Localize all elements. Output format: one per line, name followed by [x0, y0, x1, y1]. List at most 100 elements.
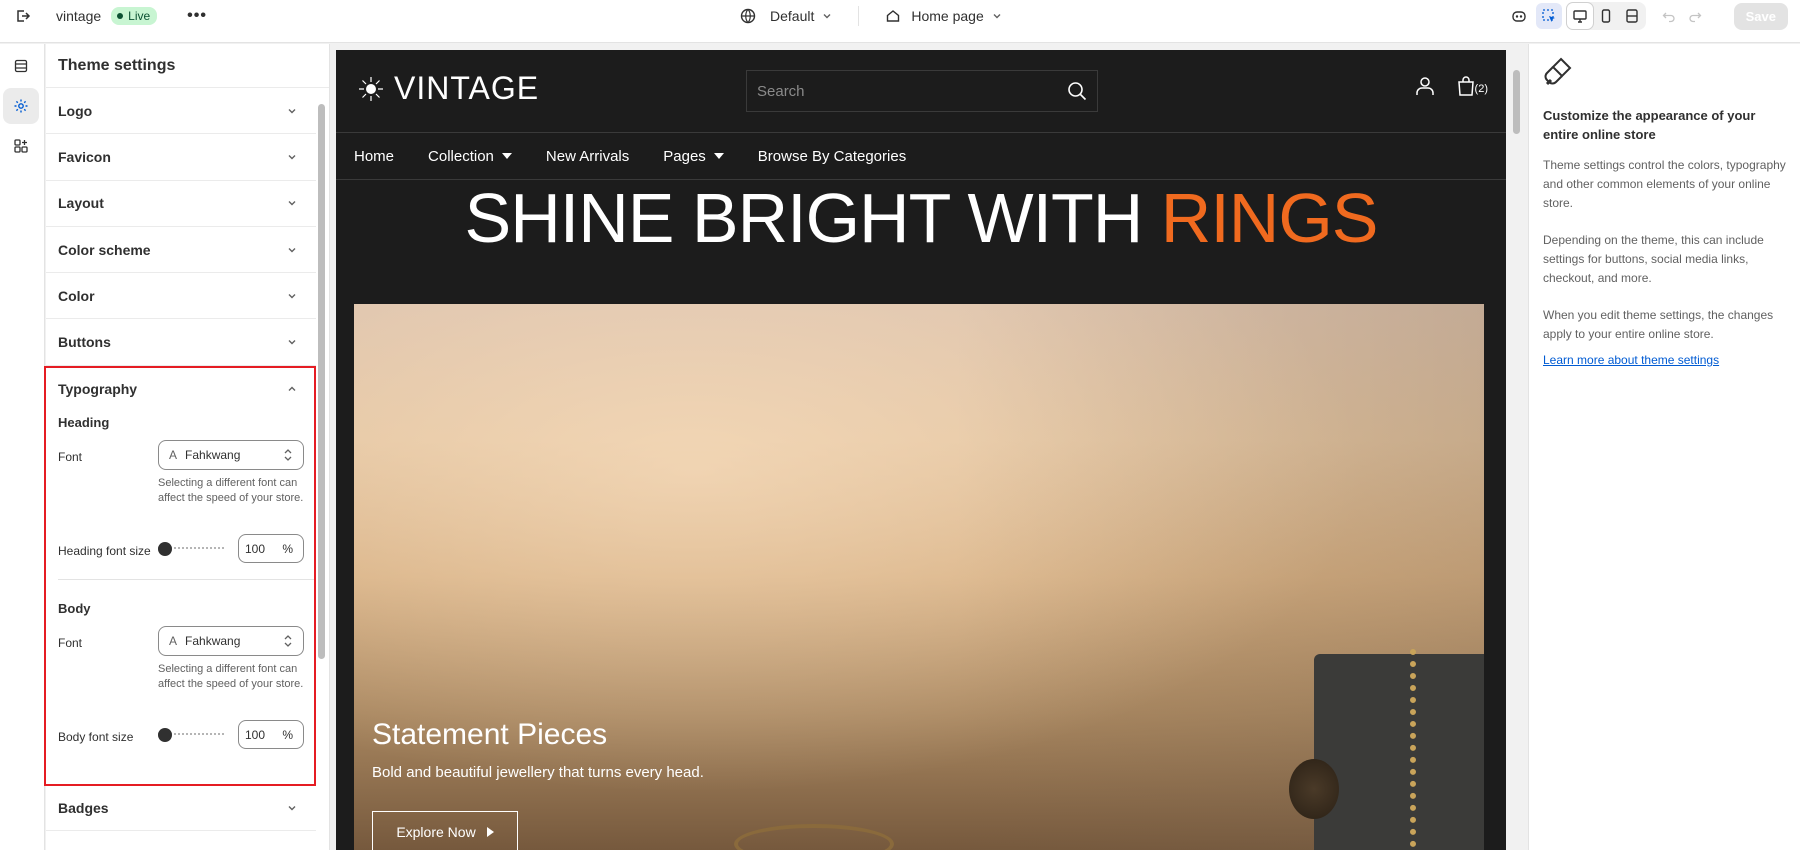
desktop-view-icon[interactable] — [1566, 3, 1593, 29]
nav-new-arrivals[interactable]: New Arrivals — [546, 148, 629, 165]
store-name: vintage — [56, 7, 102, 24]
panel-scrollbar[interactable] — [318, 104, 325, 659]
left-rail — [0, 44, 45, 850]
nav-browse-by-categories[interactable]: Browse By Categories — [758, 148, 906, 165]
cart-icon[interactable] — [1457, 76, 1475, 96]
learn-more-link[interactable]: Learn more about theme settings — [1543, 353, 1786, 367]
status-label: Live — [128, 8, 151, 23]
more-actions-button[interactable]: ••• — [187, 7, 207, 25]
nav-pages[interactable]: Pages — [663, 148, 724, 165]
topbar-left: vintage Live ••• — [12, 0, 207, 31]
caret-down-icon — [501, 153, 512, 159]
page-label: Home page — [911, 7, 984, 24]
chevron-down-icon — [288, 293, 296, 299]
help-paragraph-1: Theme settings control the colors, typog… — [1543, 158, 1786, 210]
section-label: Buttons — [58, 334, 111, 351]
sunburst-logo-icon — [359, 76, 383, 101]
section-label: Color — [58, 287, 95, 304]
hero-title: SHINE BRIGHT WITH RINGS — [336, 178, 1506, 258]
nav-collection[interactable]: Collection — [428, 148, 512, 165]
home-icon — [887, 9, 900, 22]
help-paragraph-2: Depending on the theme, this can include… — [1543, 233, 1764, 285]
section-label: Logo — [58, 102, 93, 119]
chevron-down-icon — [993, 13, 1001, 18]
topbar-right: Save — [1506, 2, 1800, 30]
paint-brush-icon — [1544, 57, 1572, 86]
store-search[interactable]: Search — [746, 70, 1098, 112]
section-color-scheme[interactable]: Color scheme — [46, 227, 316, 274]
section-buttons[interactable]: Buttons — [46, 319, 316, 366]
store-page: VINTAGE Search (2) Home Collection New A… — [336, 50, 1506, 850]
help-title: Customize the appearance of your entire … — [1543, 108, 1756, 142]
hero-subheading: Bold and beautiful jewellery that turns … — [372, 764, 704, 781]
fullscreen-view-icon[interactable] — [1619, 3, 1645, 29]
typography-highlight — [44, 366, 316, 786]
preview-scrollbar[interactable] — [1509, 50, 1523, 850]
section-label: Layout — [58, 195, 104, 212]
theme-label: Default — [770, 7, 815, 24]
inspector-icon[interactable] — [1535, 3, 1562, 29]
store-preview: VINTAGE Search (2) Home Collection New A… — [336, 50, 1506, 850]
section-color[interactable]: Color — [46, 273, 316, 320]
apps-icon[interactable] — [3, 128, 39, 164]
play-arrow-icon — [486, 826, 494, 837]
chevron-down-icon — [288, 806, 296, 811]
status-badge: Live — [111, 6, 158, 25]
help-paragraph-3: When you edit theme settings, the change… — [1543, 308, 1774, 341]
exit-icon[interactable] — [12, 5, 34, 27]
section-layout[interactable]: Layout — [46, 181, 316, 227]
explore-now-button[interactable]: Explore Now — [372, 811, 518, 850]
chevron-down-icon — [288, 247, 296, 253]
nav-label: Home — [354, 147, 395, 165]
theme-selector[interactable]: Default — [740, 8, 832, 24]
section-logo[interactable]: Logo — [46, 88, 316, 135]
section-label: Color scheme — [58, 241, 151, 258]
scroll-thumb[interactable] — [1513, 70, 1520, 134]
save-button[interactable]: Save — [1733, 2, 1788, 30]
search-icon[interactable] — [1067, 81, 1087, 101]
hero-image: Statement Pieces Bold and beautiful jewe… — [354, 304, 1484, 850]
redo-icon[interactable] — [1682, 3, 1708, 29]
hero-caption: Statement Pieces Bold and beautiful jewe… — [372, 718, 704, 781]
store-nav: Home Collection New Arrivals Pages Brows… — [336, 132, 1506, 180]
button-label: Explore Now — [396, 823, 476, 840]
panel-title: Theme settings — [46, 44, 329, 88]
chevron-down-icon — [288, 108, 296, 114]
gold-chain — [1410, 649, 1450, 850]
sections-icon[interactable] — [3, 48, 39, 84]
topbar-center: Default Home page — [740, 0, 1002, 31]
section-favicon[interactable]: Favicon — [46, 134, 316, 181]
help-panel: Customize the appearance of your entire … — [1528, 44, 1800, 850]
section-label: Favicon — [58, 148, 111, 165]
account-icon[interactable] — [1415, 76, 1435, 96]
chevron-down-icon — [288, 340, 296, 345]
top-bar: vintage Live ••• Default Home page Save — [0, 0, 1800, 43]
header-icons: (2) — [1415, 76, 1488, 96]
search-placeholder: Search — [757, 82, 805, 100]
chevron-down-icon — [288, 154, 296, 160]
page-selector[interactable]: Home page — [885, 8, 1001, 24]
nav-label: Collection — [428, 147, 494, 165]
hero-title-accent: RINGS — [1160, 179, 1379, 257]
stone-block — [1314, 654, 1484, 850]
chevron-down-icon — [823, 13, 831, 18]
section-badges[interactable]: Badges — [46, 785, 316, 832]
nav-home[interactable]: Home — [354, 148, 394, 165]
theme-settings-icon[interactable] — [3, 88, 39, 124]
undo-icon[interactable] — [1656, 3, 1682, 29]
section-label: Badges — [58, 800, 109, 817]
caret-down-icon — [713, 153, 724, 159]
store-logo[interactable]: VINTAGE — [358, 70, 539, 107]
mobile-view-icon[interactable] — [1593, 3, 1619, 29]
hero-title-main: SHINE BRIGHT WITH — [464, 179, 1144, 257]
chevron-down-icon — [288, 201, 296, 206]
divider — [858, 5, 860, 26]
viewport-toggle — [1565, 2, 1646, 30]
nav-label: Browse By Categories — [757, 147, 907, 165]
logo-text: VINTAGE — [394, 70, 540, 106]
ai-assistant-icon[interactable] — [1506, 3, 1532, 29]
hero-heading: Statement Pieces — [372, 718, 608, 751]
cart-count: (2) — [1474, 83, 1488, 95]
status-dot-icon — [117, 12, 124, 19]
nav-label: Pages — [663, 147, 706, 165]
